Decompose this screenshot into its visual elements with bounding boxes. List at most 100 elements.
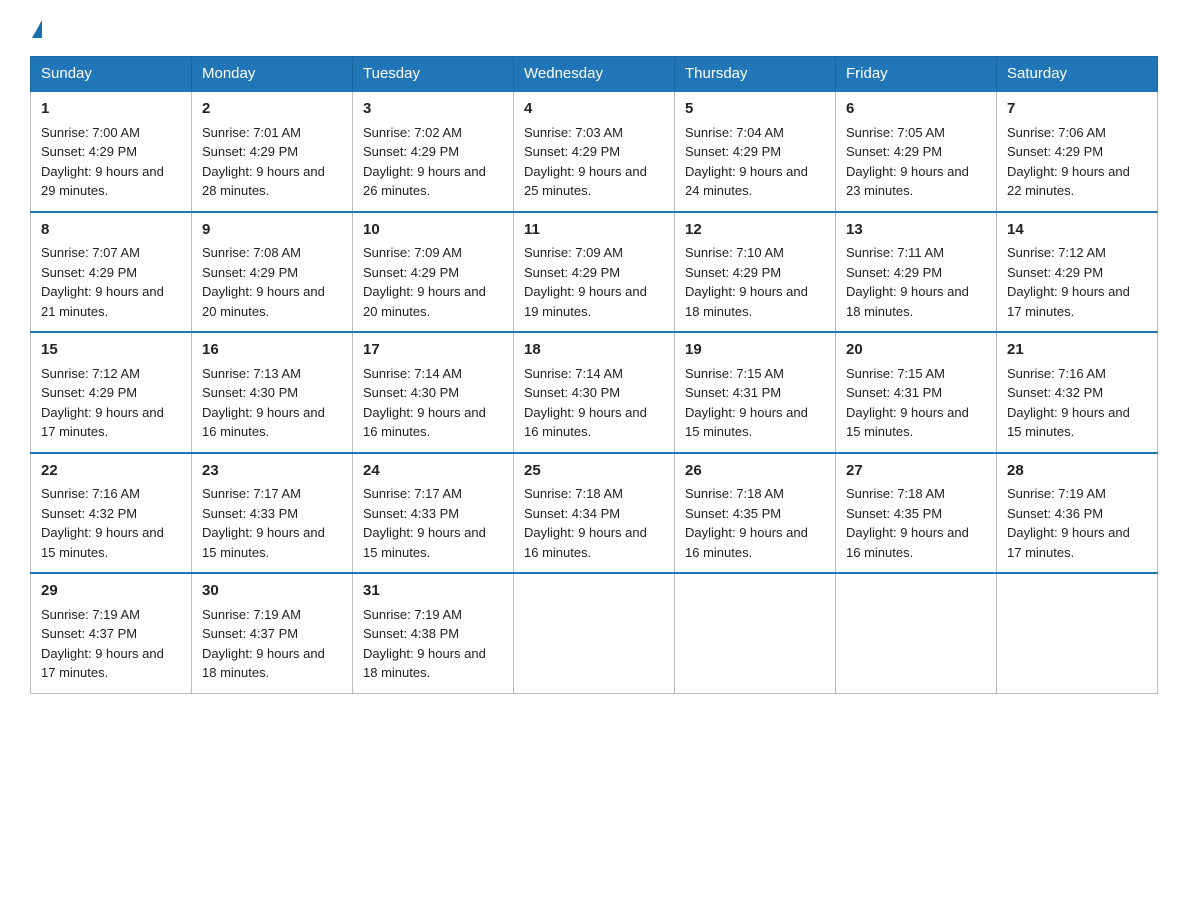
day-number: 8: [41, 219, 181, 242]
day-sunset: Sunset: 4:38 PM: [363, 626, 459, 641]
calendar-header-wednesday: Wednesday: [514, 57, 675, 92]
calendar-header-saturday: Saturday: [997, 57, 1158, 92]
day-sunrise: Sunrise: 7:14 AM: [363, 366, 462, 381]
day-sunset: Sunset: 4:29 PM: [1007, 265, 1103, 280]
calendar-cell: 28 Sunrise: 7:19 AM Sunset: 4:36 PM Dayl…: [997, 453, 1158, 574]
day-sunrise: Sunrise: 7:13 AM: [202, 366, 301, 381]
day-number: 9: [202, 219, 342, 242]
day-number: 18: [524, 339, 664, 362]
day-number: 10: [363, 219, 503, 242]
day-number: 2: [202, 98, 342, 121]
calendar-cell: 27 Sunrise: 7:18 AM Sunset: 4:35 PM Dayl…: [836, 453, 997, 574]
day-sunset: Sunset: 4:29 PM: [41, 385, 137, 400]
day-number: 11: [524, 219, 664, 242]
day-daylight: Daylight: 9 hours and 20 minutes.: [363, 284, 486, 319]
calendar-header-friday: Friday: [836, 57, 997, 92]
day-daylight: Daylight: 9 hours and 25 minutes.: [524, 164, 647, 199]
calendar-cell: 21 Sunrise: 7:16 AM Sunset: 4:32 PM Dayl…: [997, 332, 1158, 453]
day-daylight: Daylight: 9 hours and 15 minutes.: [202, 525, 325, 560]
calendar-cell: 29 Sunrise: 7:19 AM Sunset: 4:37 PM Dayl…: [31, 573, 192, 693]
day-sunset: Sunset: 4:32 PM: [1007, 385, 1103, 400]
day-sunset: Sunset: 4:29 PM: [524, 265, 620, 280]
page-header: [30, 20, 1158, 38]
day-daylight: Daylight: 9 hours and 16 minutes.: [524, 525, 647, 560]
calendar-cell: 18 Sunrise: 7:14 AM Sunset: 4:30 PM Dayl…: [514, 332, 675, 453]
day-sunrise: Sunrise: 7:11 AM: [846, 245, 944, 260]
day-sunset: Sunset: 4:30 PM: [363, 385, 459, 400]
calendar-cell: 23 Sunrise: 7:17 AM Sunset: 4:33 PM Dayl…: [192, 453, 353, 574]
calendar-cell: 13 Sunrise: 7:11 AM Sunset: 4:29 PM Dayl…: [836, 212, 997, 333]
day-number: 25: [524, 460, 664, 483]
day-number: 15: [41, 339, 181, 362]
calendar-header-sunday: Sunday: [31, 57, 192, 92]
day-sunrise: Sunrise: 7:19 AM: [363, 607, 462, 622]
day-sunrise: Sunrise: 7:19 AM: [202, 607, 301, 622]
day-sunset: Sunset: 4:29 PM: [685, 265, 781, 280]
day-daylight: Daylight: 9 hours and 17 minutes.: [41, 405, 164, 440]
day-number: 22: [41, 460, 181, 483]
calendar-header-tuesday: Tuesday: [353, 57, 514, 92]
calendar-cell: 3 Sunrise: 7:02 AM Sunset: 4:29 PM Dayli…: [353, 91, 514, 212]
day-sunrise: Sunrise: 7:15 AM: [846, 366, 945, 381]
calendar-cell: 12 Sunrise: 7:10 AM Sunset: 4:29 PM Dayl…: [675, 212, 836, 333]
day-sunrise: Sunrise: 7:01 AM: [202, 125, 301, 140]
calendar-cell: [997, 573, 1158, 693]
day-daylight: Daylight: 9 hours and 16 minutes.: [524, 405, 647, 440]
calendar-week-row: 29 Sunrise: 7:19 AM Sunset: 4:37 PM Dayl…: [31, 573, 1158, 693]
day-daylight: Daylight: 9 hours and 17 minutes.: [1007, 284, 1130, 319]
day-daylight: Daylight: 9 hours and 20 minutes.: [202, 284, 325, 319]
calendar-cell: 9 Sunrise: 7:08 AM Sunset: 4:29 PM Dayli…: [192, 212, 353, 333]
day-daylight: Daylight: 9 hours and 15 minutes.: [685, 405, 808, 440]
day-number: 6: [846, 98, 986, 121]
day-sunrise: Sunrise: 7:14 AM: [524, 366, 623, 381]
day-sunset: Sunset: 4:35 PM: [846, 506, 942, 521]
calendar-cell: 14 Sunrise: 7:12 AM Sunset: 4:29 PM Dayl…: [997, 212, 1158, 333]
day-sunset: Sunset: 4:33 PM: [202, 506, 298, 521]
day-number: 29: [41, 580, 181, 603]
day-sunrise: Sunrise: 7:18 AM: [524, 486, 623, 501]
day-sunset: Sunset: 4:29 PM: [41, 144, 137, 159]
day-daylight: Daylight: 9 hours and 17 minutes.: [1007, 525, 1130, 560]
day-sunset: Sunset: 4:31 PM: [685, 385, 781, 400]
day-daylight: Daylight: 9 hours and 16 minutes.: [202, 405, 325, 440]
day-daylight: Daylight: 9 hours and 22 minutes.: [1007, 164, 1130, 199]
day-sunset: Sunset: 4:35 PM: [685, 506, 781, 521]
logo: [30, 20, 44, 38]
day-sunrise: Sunrise: 7:06 AM: [1007, 125, 1106, 140]
day-sunrise: Sunrise: 7:02 AM: [363, 125, 462, 140]
calendar-week-row: 22 Sunrise: 7:16 AM Sunset: 4:32 PM Dayl…: [31, 453, 1158, 574]
day-daylight: Daylight: 9 hours and 15 minutes.: [41, 525, 164, 560]
calendar-cell: 31 Sunrise: 7:19 AM Sunset: 4:38 PM Dayl…: [353, 573, 514, 693]
day-daylight: Daylight: 9 hours and 18 minutes.: [202, 646, 325, 681]
day-sunset: Sunset: 4:34 PM: [524, 506, 620, 521]
calendar-cell: 4 Sunrise: 7:03 AM Sunset: 4:29 PM Dayli…: [514, 91, 675, 212]
day-daylight: Daylight: 9 hours and 21 minutes.: [41, 284, 164, 319]
day-sunrise: Sunrise: 7:19 AM: [41, 607, 140, 622]
day-sunrise: Sunrise: 7:10 AM: [685, 245, 784, 260]
day-daylight: Daylight: 9 hours and 18 minutes.: [363, 646, 486, 681]
day-number: 21: [1007, 339, 1147, 362]
day-daylight: Daylight: 9 hours and 18 minutes.: [685, 284, 808, 319]
day-sunrise: Sunrise: 7:08 AM: [202, 245, 301, 260]
day-number: 30: [202, 580, 342, 603]
day-sunset: Sunset: 4:29 PM: [202, 265, 298, 280]
day-number: 31: [363, 580, 503, 603]
day-number: 27: [846, 460, 986, 483]
calendar-table: SundayMondayTuesdayWednesdayThursdayFrid…: [30, 56, 1158, 694]
calendar-cell: 7 Sunrise: 7:06 AM Sunset: 4:29 PM Dayli…: [997, 91, 1158, 212]
calendar-cell: [514, 573, 675, 693]
day-daylight: Daylight: 9 hours and 15 minutes.: [363, 525, 486, 560]
day-number: 7: [1007, 98, 1147, 121]
day-sunrise: Sunrise: 7:03 AM: [524, 125, 623, 140]
day-number: 28: [1007, 460, 1147, 483]
day-sunset: Sunset: 4:30 PM: [202, 385, 298, 400]
day-sunrise: Sunrise: 7:04 AM: [685, 125, 784, 140]
day-number: 26: [685, 460, 825, 483]
day-number: 1: [41, 98, 181, 121]
day-sunrise: Sunrise: 7:12 AM: [41, 366, 140, 381]
day-sunrise: Sunrise: 7:17 AM: [363, 486, 462, 501]
day-sunset: Sunset: 4:30 PM: [524, 385, 620, 400]
day-sunset: Sunset: 4:29 PM: [363, 144, 459, 159]
calendar-header-thursday: Thursday: [675, 57, 836, 92]
day-daylight: Daylight: 9 hours and 16 minutes.: [685, 525, 808, 560]
